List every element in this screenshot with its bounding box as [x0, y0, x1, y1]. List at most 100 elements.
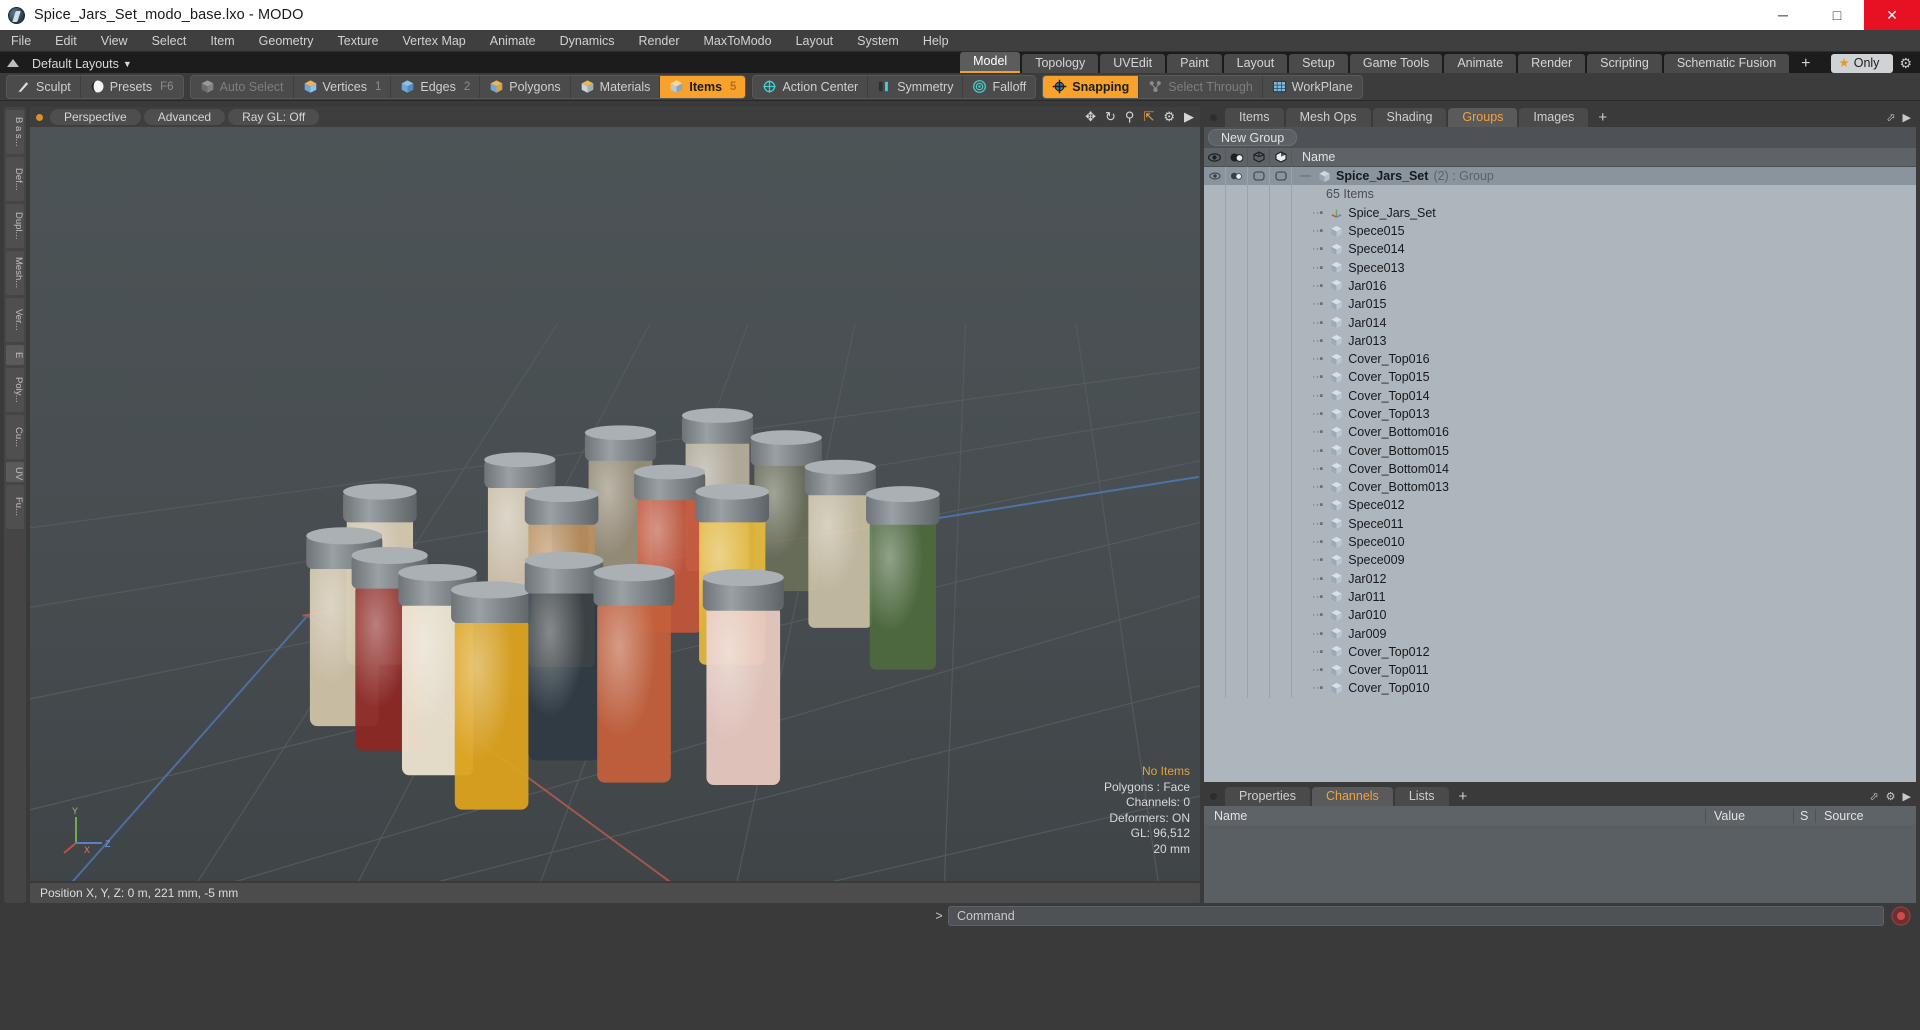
layout-tab-model[interactable]: Model — [960, 52, 1021, 73]
expand-arrow-icon[interactable]: ▶ — [1903, 111, 1911, 124]
mode-button-polygons[interactable]: Polygons — [480, 75, 571, 98]
layout-tab-render[interactable]: Render — [1518, 54, 1586, 73]
tree-item-row[interactable]: ··▪ Cover_Top011 — [1204, 661, 1916, 680]
menu-item-file[interactable]: File — [0, 30, 43, 52]
tree-item-row[interactable]: ··▪ Spece014 — [1204, 240, 1916, 259]
tree-expand-dash[interactable]: ··▪ — [1312, 353, 1323, 365]
tree-item-row[interactable]: ··▪ Jar016 — [1204, 276, 1916, 296]
menu-item-layout[interactable]: Layout — [784, 30, 846, 52]
viewport-state-dot[interactable] — [36, 113, 43, 121]
layout-tab-layout[interactable]: Layout — [1223, 54, 1288, 73]
tree-item-row[interactable]: ··▪ Cover_Bottom015 — [1204, 441, 1916, 460]
tree-item-row[interactable]: ··▪ Jar010 — [1204, 606, 1916, 625]
mode-button-falloff[interactable]: Falloff — [963, 76, 1035, 98]
move-icon[interactable]: ✥ — [1085, 109, 1096, 125]
zoom-icon[interactable]: ⚲ — [1125, 109, 1135, 125]
tree-expand-dash[interactable]: ··▪ — [1312, 408, 1323, 420]
channels-list[interactable] — [1204, 825, 1916, 903]
panel-state-dot[interactable] — [1210, 793, 1217, 800]
panel-tab-shading[interactable]: Shading — [1372, 108, 1447, 127]
layout-tab-animate[interactable]: Animate — [1444, 54, 1517, 73]
tree-item-row[interactable]: ··▪ Cover_Top015 — [1204, 368, 1916, 387]
tree-item-row[interactable]: ··▪ Spece012 — [1204, 496, 1916, 515]
home-button[interactable] — [0, 52, 26, 73]
gear-icon[interactable]: ⚙ — [1163, 109, 1175, 125]
tree-item-row[interactable]: ··▪ Spece013 — [1204, 258, 1916, 277]
rotate-icon[interactable]: ↻ — [1105, 109, 1116, 125]
tree-expand-dash[interactable]: ··▪ — [1312, 426, 1323, 438]
viewport-raygl-selector[interactable]: Ray GL: Off — [228, 109, 320, 125]
tree-expand-dash[interactable]: ··▪ — [1312, 628, 1323, 640]
tree-root-row[interactable]: — Spice_Jars_Set (2) : Group — [1204, 167, 1916, 186]
tree-expand-dash[interactable]: ··▪ — [1312, 481, 1323, 493]
tree-expand-dash[interactable]: ··▪ — [1312, 445, 1323, 457]
left-tool-1[interactable]: Def... — [6, 157, 24, 201]
tree-expand-dash[interactable]: ··▪ — [1312, 609, 1323, 621]
tree-item-row[interactable]: ··▪ Jar012 — [1204, 569, 1916, 588]
bottom-tab-lists[interactable]: Lists — [1394, 787, 1449, 806]
tree-expand-dash[interactable]: ··▪ — [1312, 591, 1323, 603]
menu-item-texture[interactable]: Texture — [326, 30, 391, 52]
tree-item-row[interactable]: ··▪ Jar011 — [1204, 587, 1916, 607]
tree-item-row[interactable]: ··▪ Cover_Bottom016 — [1204, 423, 1916, 442]
gear-icon[interactable]: ⚙ — [1897, 55, 1920, 73]
mode-button-items[interactable]: Items 5 — [660, 75, 746, 98]
mode-button-auto-select[interactable]: Auto Select — [191, 75, 294, 98]
mode-button-materials[interactable]: Materials — [571, 75, 661, 98]
render-icon[interactable] — [1226, 147, 1248, 167]
tree-item-row[interactable]: ··▪ Jar015 — [1204, 295, 1916, 314]
mode-button-sculpt[interactable]: Sculpt — [7, 75, 81, 98]
expand-arrow-icon[interactable]: ▶ — [1903, 790, 1911, 803]
tree-expand-dash[interactable]: ··▪ — [1312, 518, 1323, 530]
tree-collapse-toggle[interactable]: — — [1300, 170, 1311, 182]
fit-icon[interactable]: ⇱ — [1143, 109, 1154, 125]
tree-count-row[interactable]: 65 Items — [1204, 185, 1916, 204]
tree-item-row[interactable]: ··▪ Jar013 — [1204, 331, 1916, 350]
tree-item-row[interactable]: ··▪ Cover_Top016 — [1204, 349, 1916, 369]
left-tool-8[interactable]: UV — [6, 462, 24, 482]
left-tool-9[interactable]: Fu... — [6, 485, 24, 529]
tree-expand-dash[interactable]: ··▪ — [1312, 371, 1323, 383]
default-layouts-selector[interactable]: Default Layouts ▼ — [26, 57, 132, 73]
menu-item-vertex-map[interactable]: Vertex Map — [391, 30, 478, 52]
left-tool-2[interactable]: Dupl... — [6, 204, 24, 248]
tree-expand-dash[interactable]: ··▪ — [1312, 225, 1323, 237]
mode-button-presets[interactable]: Presets F6 — [81, 76, 183, 98]
tree-item-row[interactable]: ··▪ Spece009 — [1204, 551, 1916, 570]
left-tool-4[interactable]: Ver... — [6, 298, 24, 342]
mode-button-select-through[interactable]: Select Through — [1139, 75, 1263, 98]
tree-item-row[interactable]: ··▪ Spece011 — [1204, 514, 1916, 533]
minimize-button[interactable]: ─ — [1756, 0, 1810, 30]
tree-expand-dash[interactable]: ··▪ — [1312, 243, 1323, 255]
left-tool-5[interactable]: E — [6, 345, 24, 365]
tree-item-row[interactable]: ··▪ Cover_Top014 — [1204, 386, 1916, 405]
layout-tab-scripting[interactable]: Scripting — [1587, 54, 1662, 73]
panel-state-dot[interactable] — [1210, 114, 1217, 121]
row-shade-toggle[interactable] — [1270, 167, 1292, 186]
viewport-3d[interactable]: No Items Polygons : Face Channels: 0 Def… — [30, 127, 1200, 881]
layout-tab-setup[interactable]: Setup — [1289, 54, 1348, 73]
tree-expand-dash[interactable]: ··▪ — [1312, 499, 1323, 511]
tree-expand-dash[interactable]: ··▪ — [1312, 280, 1323, 292]
panel-tab-images[interactable]: Images — [1519, 108, 1589, 127]
tree-expand-dash[interactable]: ··▪ — [1312, 298, 1323, 310]
tree-expand-dash[interactable]: ··▪ — [1312, 646, 1323, 658]
tree-expand-dash[interactable]: ··▪ — [1312, 262, 1323, 274]
panel-tab-add-button[interactable]: + — [1590, 108, 1615, 127]
menu-item-select[interactable]: Select — [140, 30, 199, 52]
left-tool-3[interactable]: Mesh... — [6, 251, 24, 295]
viewport-projection-selector[interactable]: Perspective — [50, 109, 141, 125]
layout-tab-paint[interactable]: Paint — [1167, 54, 1222, 73]
tree-item-row[interactable]: ··▪ Jar014 — [1204, 313, 1916, 332]
popout-icon[interactable]: ⬀ — [1886, 111, 1895, 124]
menu-item-edit[interactable]: Edit — [43, 30, 89, 52]
tree-item-row[interactable]: ··▪ Spece010 — [1204, 532, 1916, 552]
viewport-shading-selector[interactable]: Advanced — [143, 109, 226, 125]
menu-item-item[interactable]: Item — [198, 30, 246, 52]
tree-item-row[interactable]: ··▪ Spece015 — [1204, 221, 1916, 241]
tree-expand-dash[interactable]: ··▪ — [1312, 335, 1323, 347]
eye-icon[interactable] — [1204, 147, 1226, 167]
shade-icon[interactable] — [1270, 147, 1292, 167]
mode-button-snapping[interactable]: Snapping — [1043, 75, 1140, 98]
tree-expand-dash[interactable]: ··▪ — [1312, 463, 1323, 475]
